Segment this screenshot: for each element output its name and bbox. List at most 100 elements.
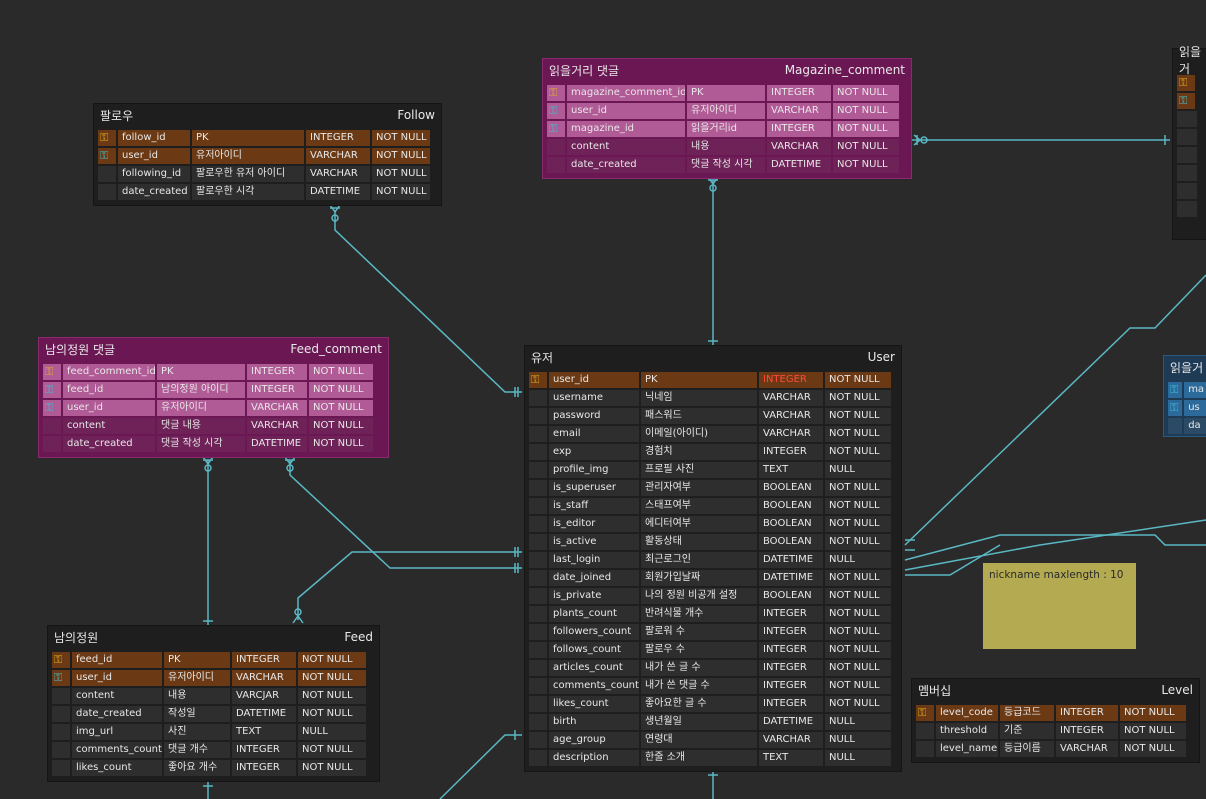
table-row[interactable]: date_created 팔로우한 시각 DATETIME NOT NULL — [98, 183, 437, 201]
field-null: NOT NULL — [825, 588, 891, 604]
table-row[interactable]: ⚿ feed_comment_id PK INTEGER NOT NULL — [43, 363, 384, 381]
table-row[interactable]: password 패스워드 VARCHAR NOT NULL — [529, 407, 897, 425]
user-right-relation-2 — [904, 534, 1206, 561]
field-null: NOT NULL — [825, 408, 891, 424]
table-row[interactable]: ⚿ user_id PK INTEGER NOT NULL — [529, 371, 897, 389]
table-row[interactable]: likes_count 좋아요한 글 수 INTEGER NOT NULL — [529, 695, 897, 713]
magazine-comment-table[interactable]: 읽을거리 댓글 Magazine_comment ⚿ magazine_comme… — [542, 58, 912, 179]
field-null: NOT NULL — [825, 570, 891, 586]
field-desc: 남의정원 아이디 — [157, 382, 245, 398]
table-row[interactable]: plants_count 반려식물 개수 INTEGER NOT NULL — [529, 605, 897, 623]
table-row[interactable]: likes_count 좋아요 개수 INTEGER NOT NULL — [52, 759, 375, 777]
table-row[interactable]: ⚿ follow_id PK INTEGER NOT NULL — [98, 129, 437, 147]
field-name: img_url — [72, 724, 162, 740]
table-row[interactable]: email 이메일(아이디) VARCHAR NOT NULL — [529, 425, 897, 443]
table-row[interactable]: ⚿ feed_id 남의정원 아이디 INTEGER NOT NULL — [43, 381, 384, 399]
follow-table-body: ⚿ follow_id PK INTEGER NOT NULL ⚿ user_id 유저아이디… — [94, 126, 441, 205]
field-name: ma — [1184, 382, 1206, 398]
partial-blue-table[interactable]: 읽을거 ⚿ ma ⚿ us da — [1163, 355, 1206, 437]
field-name: follow_id — [118, 130, 190, 146]
table-row[interactable]: ⚿ magazine_id 읽을거리id INTEGER NOT NULL — [547, 120, 907, 138]
empty-icon-cell — [529, 408, 547, 424]
partial-magazine-table[interactable]: 읽을거 ⚿ ⚿ — [1172, 45, 1206, 240]
table-row[interactable]: level_name 등급이름 VARCHAR NOT NULL — [916, 740, 1195, 758]
table-row: ⚿ us — [1168, 399, 1206, 417]
table-row[interactable]: description 한줄 소개 TEXT NULL — [529, 749, 897, 767]
table-row[interactable]: following_id 팔로우한 유저 아이디 VARCHAR NOT NULL — [98, 165, 437, 183]
table-row[interactable]: is_staff 스태프여부 BOOLEAN NOT NULL — [529, 497, 897, 515]
table-row[interactable]: is_superuser 관리자여부 BOOLEAN NOT NULL — [529, 479, 897, 497]
table-row — [1177, 200, 1206, 218]
follow-table[interactable]: 팔로우 Follow ⚿ follow_id PK INTEGER NOT NULL ⚿ u… — [93, 103, 442, 206]
foreign-key-icon: ⚿ — [43, 400, 61, 416]
table-row[interactable]: followers_count 팔로워 수 INTEGER NOT NULL — [529, 623, 897, 641]
table-row[interactable]: comments_count 내가 쓴 댓글 수 INTEGER NOT NULL — [529, 677, 897, 695]
table-row[interactable]: is_active 활동상태 BOOLEAN NOT NULL — [529, 533, 897, 551]
field-type: VARCHAR — [306, 148, 370, 164]
field-desc: 한줄 소개 — [641, 750, 757, 766]
table-row[interactable]: ⚿ user_id 유저아이디 VARCHAR NOT NULL — [43, 399, 384, 417]
table-row[interactable]: ⚿ feed_id PK INTEGER NOT NULL — [52, 651, 375, 669]
table-row[interactable]: threshold 기준 INTEGER NOT NULL — [916, 722, 1195, 740]
field-name: feed_id — [63, 382, 155, 398]
table-row[interactable]: content 내용 VARCJAR NOT NULL — [52, 687, 375, 705]
table-row[interactable]: exp 경험치 INTEGER NOT NULL — [529, 443, 897, 461]
table-row[interactable]: content 내용 VARCHAR NOT NULL — [547, 138, 907, 156]
field-null: NOT NULL — [825, 390, 891, 406]
table-row[interactable]: ⚿ user_id 유저아이디 VARCHAR NOT NULL — [52, 669, 375, 687]
field-name: age_group — [549, 732, 639, 748]
field-null: NOT NULL — [1120, 705, 1186, 721]
table-row[interactable]: date_created 댓글 작성 시각 DATETIME NOT NULL — [547, 156, 907, 174]
field-type: INTEGER — [247, 364, 307, 380]
field-name: user_id — [63, 400, 155, 416]
field-name: date_created — [72, 706, 162, 722]
feed-comment-table[interactable]: 남의정원 댓글 Feed_comment ⚿ feed_comment_id PK I… — [38, 337, 389, 458]
feed-comment-table-title-en: Feed_comment — [290, 342, 382, 356]
table-row[interactable]: age_group 연령대 VARCHAR NULL — [529, 731, 897, 749]
table-row[interactable]: ⚿ magazine_comment_id PK INTEGER NOT NULL — [547, 84, 907, 102]
table-row[interactable]: is_private 나의 정원 비공개 설정 BOOLEAN NOT NULL — [529, 587, 897, 605]
table-row[interactable]: follows_count 팔로우 수 INTEGER NOT NULL — [529, 641, 897, 659]
table-row[interactable]: last_login 최근로그인 DATETIME NULL — [529, 551, 897, 569]
field-null: NOT NULL — [825, 516, 891, 532]
level-table-header: 멤버십 Level — [912, 679, 1199, 701]
table-row — [1177, 164, 1206, 182]
table-row[interactable]: comments_count 댓글 개수 INTEGER NOT NULL — [52, 741, 375, 759]
table-row[interactable]: ⚿ user_id 유저아이디 VARCHAR NOT NULL — [547, 102, 907, 120]
field-null: NOT NULL — [825, 678, 891, 694]
field-desc: 작성일 — [164, 706, 230, 722]
partial-magazine-table-body: ⚿ ⚿ — [1173, 71, 1206, 222]
table-row[interactable]: profile_img 프로필 사진 TEXT NULL — [529, 461, 897, 479]
table-row[interactable]: ⚿ user_id 유저아이디 VARCHAR NOT NULL — [98, 147, 437, 165]
table-row[interactable]: img_url 사진 TEXT NULL — [52, 723, 375, 741]
field-desc: 등급코드 — [1000, 705, 1054, 721]
field-type: INTEGER — [306, 130, 370, 146]
field-desc: 닉네임 — [641, 390, 757, 406]
field-name: threshold — [936, 723, 998, 739]
user-right-relation-1 — [904, 274, 1206, 546]
table-row[interactable]: birth 생년월일 DATETIME NULL — [529, 713, 897, 731]
field-null: NOT NULL — [1120, 723, 1186, 739]
table-row[interactable]: date_created 댓글 작성 시각 DATETIME NOT NULL — [43, 435, 384, 453]
feed-user-relation — [297, 551, 522, 620]
field-name: date_joined — [549, 570, 639, 586]
field-desc: PK — [157, 364, 245, 380]
user-table[interactable]: 유저 User ⚿ user_id PK INTEGER NOT NULL usernam… — [524, 345, 902, 772]
table-row: ⚿ — [1177, 92, 1206, 110]
level-table[interactable]: 멤버십 Level ⚿ level_code 등급코드 INTEGER NOT NULL… — [911, 678, 1200, 763]
field-null: NOT NULL — [825, 606, 891, 622]
field-null: NOT NULL — [825, 426, 891, 442]
table-row[interactable]: ⚿ level_code 등급코드 INTEGER NOT NULL — [916, 704, 1195, 722]
table-row[interactable]: content 댓글 내용 VARCHAR NOT NULL — [43, 417, 384, 435]
table-row[interactable]: articles_count 내가 쓴 글 수 INTEGER NOT NULL — [529, 659, 897, 677]
empty-icon-cell — [98, 184, 116, 200]
table-row[interactable]: date_joined 회원가입날짜 DATETIME NOT NULL — [529, 569, 897, 587]
field-name: is_active — [549, 534, 639, 550]
feed-table[interactable]: 남의정원 Feed ⚿ feed_id PK INTEGER NOT NULL ⚿ user… — [47, 625, 380, 782]
user-table-header: 유저 User — [525, 346, 901, 368]
field-null: NOT NULL — [825, 372, 891, 388]
table-row[interactable]: username 닉네임 VARCHAR NOT NULL — [529, 389, 897, 407]
table-row[interactable]: is_editor 에디터여부 BOOLEAN NOT NULL — [529, 515, 897, 533]
note-box[interactable]: nickname maxlength : 10 — [983, 563, 1136, 649]
table-row[interactable]: date_created 작성일 DATETIME NOT NULL — [52, 705, 375, 723]
